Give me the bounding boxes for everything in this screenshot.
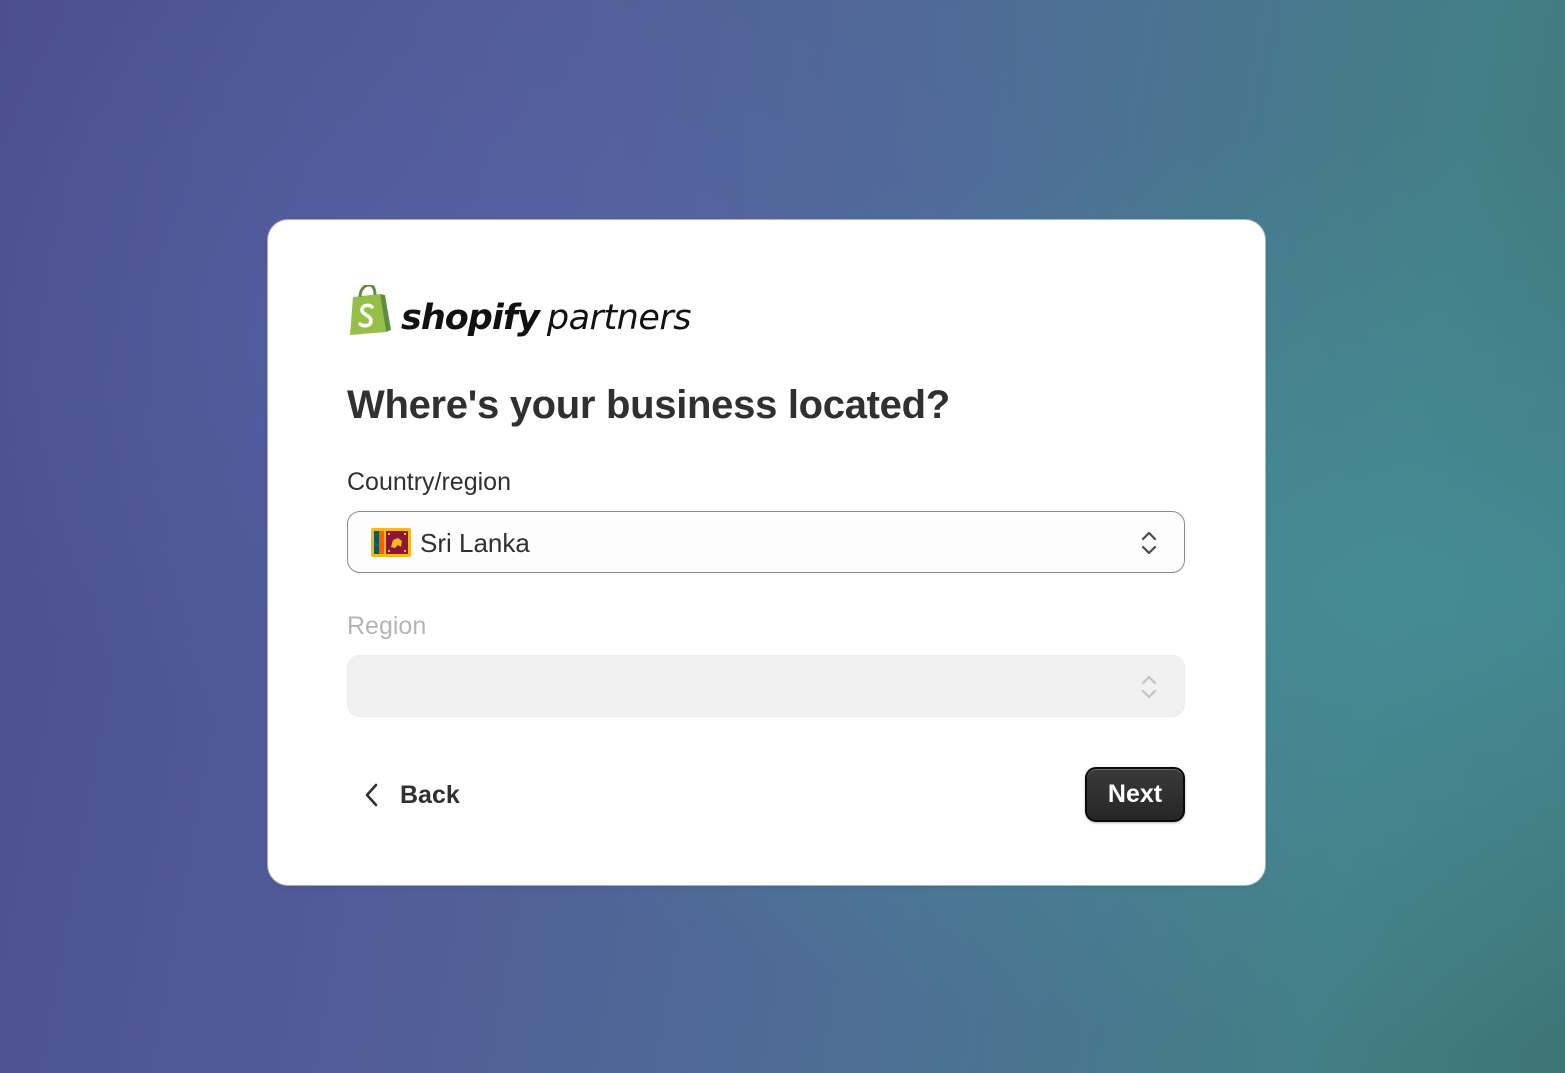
region-select[interactable] — [347, 655, 1185, 717]
country-label: Country/region — [347, 468, 511, 496]
shopify-bag-icon — [350, 285, 391, 335]
sri-lanka-flag-icon — [371, 528, 411, 557]
back-button-label: Back — [400, 780, 460, 809]
chevron-left-icon — [365, 783, 378, 807]
select-chevrons-icon — [1141, 675, 1157, 699]
onboarding-card: shopify partners Where's your business l… — [268, 220, 1265, 885]
select-chevrons-icon — [1141, 531, 1157, 555]
logo-wordmark-partners: partners — [546, 298, 692, 338]
logo-wordmark-shopify: shopify — [401, 298, 540, 338]
country-select[interactable]: Sri Lanka — [347, 511, 1185, 573]
country-select-value: Sri Lanka — [420, 528, 530, 558]
back-button[interactable]: Back — [364, 775, 460, 815]
region-label: Region — [347, 612, 427, 640]
next-button[interactable]: Next — [1085, 767, 1185, 822]
page-title: Where's your business located? — [347, 383, 950, 427]
shopify-partners-logo: shopify partners — [347, 282, 692, 338]
